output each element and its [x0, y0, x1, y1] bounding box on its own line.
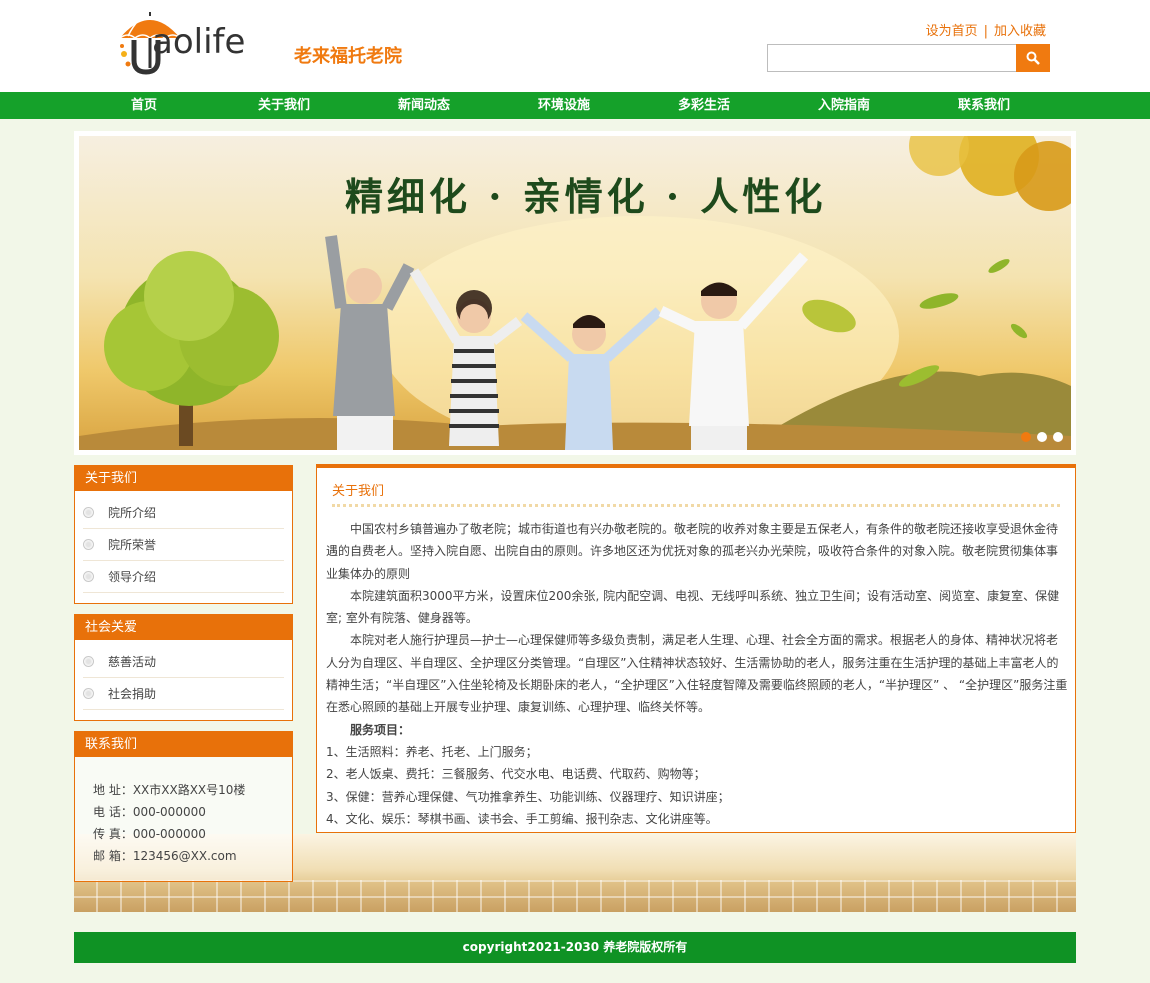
sidebar-item-label: 院所荣誉 [108, 538, 157, 552]
slider-dot-1[interactable] [1021, 432, 1031, 442]
sidebar-social-list: 慈善活动 社会捐助 [75, 640, 292, 710]
set-homepage-link[interactable]: 设为首页 [926, 24, 978, 39]
bottom-brick-pattern [74, 880, 1076, 912]
footer-copyright: copyright2021-2030 养老院版权所有 [74, 932, 1076, 963]
sidebar-item-donation[interactable]: 社会捐助 [83, 678, 284, 710]
sidebar-about-list: 院所介绍 院所荣誉 领导介绍 [75, 491, 292, 593]
sidebar-about-title: 关于我们 [75, 466, 292, 491]
service-item-3: 3、保健：营养心理保健、气功推拿养生、功能训练、仪器理疗、知识讲座； [326, 789, 730, 804]
nav-item-life[interactable]: 多彩生活 [634, 92, 774, 119]
nav-item-facilities[interactable]: 环境设施 [494, 92, 634, 119]
sidebar-social-box: 社会关爱 慈善活动 社会捐助 [74, 614, 293, 721]
sidebar-item-honors[interactable]: 院所荣誉 [83, 529, 284, 561]
sidebar-item-leaders[interactable]: 领导介绍 [83, 561, 284, 593]
nav-item-admission[interactable]: 入院指南 [774, 92, 914, 119]
search-button[interactable] [1016, 44, 1050, 72]
main-body: 中国农村乡镇普遍办了敬老院；城市街道也有兴办敬老院的。敬老院的收养对象主要是五保… [326, 518, 1069, 830]
paragraph-1: 中国农村乡镇普遍办了敬老院；城市街道也有兴办敬老院的。敬老院的收养对象主要是五保… [326, 522, 1059, 581]
contact-info: 地 址：XX市XX路XX号10楼 电 话：000-000000 传 真：000-… [75, 757, 292, 867]
main-nav: 首页 关于我们 新闻动态 环境设施 多彩生活 入院指南 联系我们 [0, 92, 1150, 119]
top-links: 设为首页 | 加入收藏 [926, 20, 1046, 39]
contact-address: 地 址：XX市XX路XX号10楼 [93, 783, 246, 797]
service-item-2: 2、老人饭桌、费托：三餐服务、代交水电、电话费、代取药、购物等； [326, 767, 706, 782]
paragraph-3: 本院对老人施行护理员—护士—心理保健师等多级负责制，满足老人生理、心理、社会全方… [326, 633, 1068, 715]
logo[interactable]: aolife 老来福托老院 [116, 10, 416, 76]
sidebar-item-label: 领导介绍 [108, 570, 157, 584]
add-favorite-link[interactable]: 加入收藏 [994, 24, 1046, 39]
search-icon [1026, 51, 1040, 65]
header: aolife 老来福托老院 设为首页 | 加入收藏 [0, 0, 1150, 92]
contact-phone: 电 话：000-000000 [93, 805, 206, 819]
contact-email: 邮 箱：123456@XX.com [93, 849, 237, 863]
slider-dots [1021, 432, 1063, 442]
top-links-separator: | [983, 24, 988, 39]
bullet-icon [83, 656, 94, 667]
nav-item-home[interactable]: 首页 [74, 92, 214, 119]
services-heading: 服务项目： [350, 722, 411, 737]
slider-dot-2[interactable] [1037, 432, 1047, 442]
sidebar-contact-box: 联系我们 地 址：XX市XX路XX号10楼 电 话：000-000000 传 真… [74, 731, 293, 882]
service-item-1: 1、生活照料：养老、托老、上门服务； [326, 744, 538, 759]
nav-item-news[interactable]: 新闻动态 [354, 92, 494, 119]
main-content-box: 关于我们 中国农村乡镇普遍办了敬老院；城市街道也有兴办敬老院的。敬老院的收养对象… [316, 464, 1076, 833]
banner-slider[interactable]: 精细化 · 亲情化 · 人性化 [79, 136, 1071, 450]
sidebar-social-title: 社会关爱 [75, 615, 292, 640]
nav-item-about[interactable]: 关于我们 [214, 92, 354, 119]
sidebar-about-box: 关于我们 院所介绍 院所荣誉 领导介绍 [74, 465, 293, 604]
sidebar-item-charity[interactable]: 慈善活动 [83, 646, 284, 678]
main-title: 关于我们 [332, 484, 385, 499]
service-item-4: 4、文化、娱乐：琴棋书画、读书会、手工剪编、报刊杂志、文化讲座等。 [326, 811, 718, 826]
bullet-icon [83, 507, 94, 518]
sidebar-item-label: 慈善活动 [108, 655, 157, 669]
logo-text: aolife [152, 22, 246, 62]
contact-fax: 传 真：000-000000 [93, 827, 206, 841]
dotted-divider [332, 504, 1060, 507]
slider-dot-3[interactable] [1053, 432, 1063, 442]
banner-frame: 精细化 · 亲情化 · 人性化 [74, 131, 1076, 455]
sidebar-contact-title: 联系我们 [75, 732, 292, 757]
bullet-icon [83, 571, 94, 582]
bullet-icon [83, 688, 94, 699]
sidebar-item-label: 院所介绍 [108, 506, 157, 520]
banner-slogan: 精细化 · 亲情化 · 人性化 [345, 174, 827, 219]
sidebar-item-label: 社会捐助 [108, 687, 157, 701]
bullet-icon [83, 539, 94, 550]
paragraph-2: 本院建筑面积3000平方米，设置床位200余张, 院内配空调、电视、无线呼叫系统… [326, 588, 1060, 626]
sidebar-item-intro[interactable]: 院所介绍 [83, 497, 284, 529]
search-input[interactable] [767, 44, 1017, 72]
site-name: 老来福托老院 [294, 46, 402, 67]
nav-item-contact[interactable]: 联系我们 [914, 92, 1054, 119]
